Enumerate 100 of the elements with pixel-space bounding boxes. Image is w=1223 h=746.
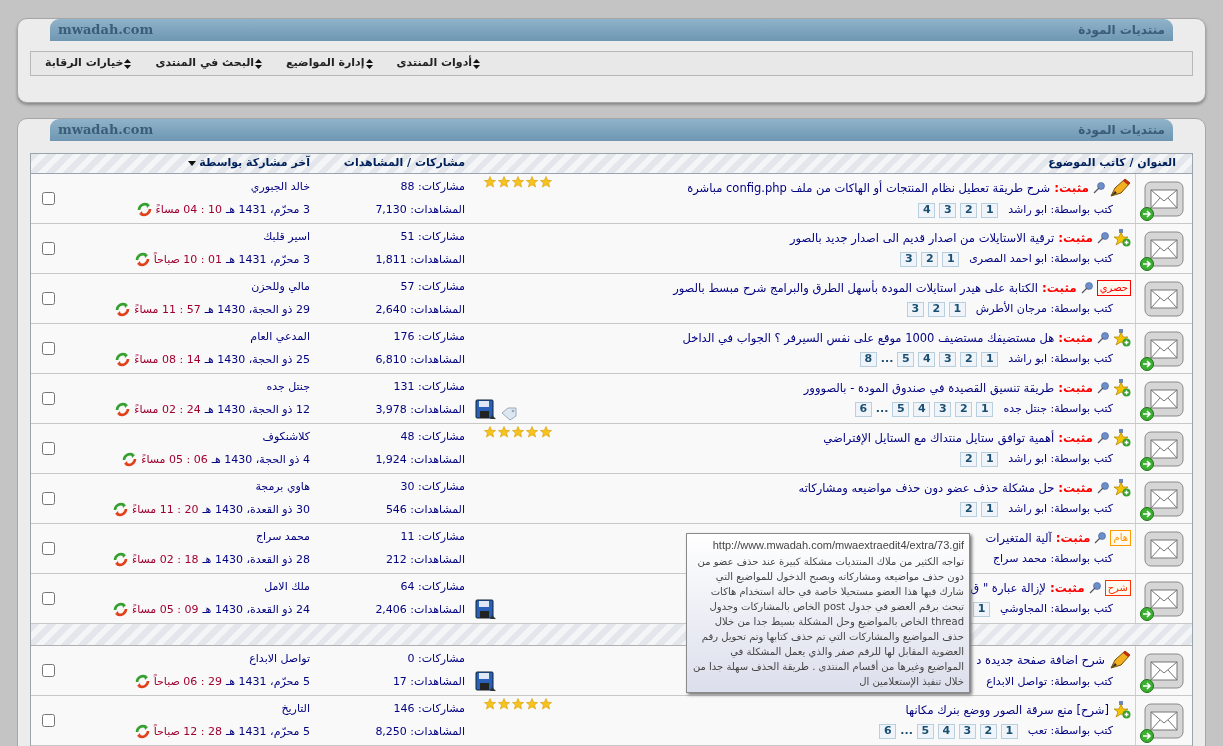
page-link[interactable]: 1 [981, 502, 999, 517]
last-poster-link[interactable]: تواصل الابداع [249, 651, 310, 668]
page-link[interactable]: 5 [916, 724, 934, 739]
pin-icon [1097, 382, 1109, 395]
page-link[interactable]: 2 [921, 252, 939, 267]
author-link[interactable]: كتب بواسطة: ابو راشد [1008, 351, 1113, 368]
author-link[interactable]: كتب بواسطة: المجاوشي [1000, 601, 1113, 618]
select-checkbox[interactable] [42, 192, 55, 205]
page-link[interactable]: 2 [927, 302, 945, 317]
select-checkbox[interactable] [42, 664, 55, 677]
author-link[interactable]: كتب بواسطة: ابو راشد [1008, 501, 1113, 518]
envelope-icon [1144, 380, 1184, 417]
page-link[interactable]: 2 [960, 352, 978, 367]
page-link[interactable]: 1 [1000, 724, 1018, 739]
page-link[interactable]: 1 [973, 602, 991, 617]
page-link[interactable]: 5 [892, 402, 910, 417]
page-link[interactable]: 2 [955, 402, 973, 417]
page-link[interactable]: 2 [979, 724, 997, 739]
page-link[interactable]: 6 [854, 402, 872, 417]
topic-link[interactable]: شرح طريقة تعطيل نظام المنتجات أو الهاكات من ملف config.php مباشرة [687, 179, 1051, 197]
menu-item[interactable]: البحث في المنتدى [155, 55, 255, 72]
page-link[interactable]: 4 [918, 352, 936, 367]
page-link[interactable]: 3 [906, 302, 924, 317]
page-link[interactable]: 2 [960, 452, 978, 467]
last-poster-link[interactable]: مالي وللحزن [251, 279, 310, 296]
page-link[interactable]: 1 [981, 352, 999, 367]
page-ellipsis: ... [880, 351, 894, 368]
topic-link[interactable]: هل مستضيفك مستضيف 1000 موقع على نفس السيرفر ؟ الجواب في الداخل [682, 329, 1055, 347]
column-header[interactable]: العنوان / كاتب الموضوع [1048, 155, 1176, 172]
last-poster-link[interactable]: ملك الامل [264, 579, 310, 596]
author-link[interactable]: كتب بواسطة: ابو احمد المصرى [969, 251, 1113, 268]
topic-link[interactable]: آلية المتغيرات [985, 529, 1052, 547]
sort-arrows-icon [255, 58, 263, 69]
author-link[interactable]: كتب بواسطة: محمد سراج [992, 551, 1113, 568]
page-link[interactable]: 8 [859, 352, 877, 367]
column-header[interactable]: آخر مشاركة بواسطة [199, 155, 310, 172]
page-link[interactable]: 1 [948, 302, 966, 317]
last-poster-link[interactable]: المدعي العام [250, 329, 310, 346]
author-link[interactable]: كتب بواسطة: مرجان الأطرش [975, 301, 1113, 318]
topic-link[interactable]: شرح اضافة صفحة جديدة د [976, 651, 1105, 669]
page-link[interactable]: 1 [976, 402, 994, 417]
page-link[interactable]: 3 [900, 252, 918, 267]
page-link[interactable]: 1 [981, 203, 999, 218]
page-link[interactable]: 2 [960, 502, 978, 517]
page-link[interactable]: 3 [934, 402, 952, 417]
select-checkbox[interactable] [42, 292, 55, 305]
last-poster-link[interactable]: اسير قلبك [263, 229, 310, 246]
author-link[interactable]: كتب بواسطة: ابو راشد [1008, 202, 1113, 219]
view-count: المشاهدات: 7,130 [374, 201, 465, 218]
topic-link[interactable]: ترقية الاستايلات من اصدار قديم الى اصدار جديد بالصور [789, 229, 1055, 247]
last-poster-link[interactable]: التاريخ [281, 701, 310, 718]
star-icon [539, 176, 552, 188]
page-link[interactable]: 5 [897, 352, 915, 367]
topic-link[interactable]: أهمية توافق ستايل منتداك مع الستايل الإفتراضي [823, 429, 1055, 447]
page-link[interactable]: 4 [913, 402, 931, 417]
page-link[interactable]: 4 [937, 724, 955, 739]
page-link[interactable]: 6 [879, 724, 897, 739]
last-poster-link[interactable]: كلاشنكوف [262, 429, 310, 446]
author-link[interactable]: كتب بواسطة: تعب [1027, 723, 1113, 740]
last-poster-link[interactable]: محمد سراج [255, 529, 310, 546]
page-link[interactable]: 1 [981, 452, 999, 467]
select-checkbox[interactable] [42, 242, 55, 255]
last-poster-link[interactable]: هاوي برمجة [255, 479, 310, 496]
column-header[interactable]: مشاركات / المشاهدات [343, 155, 465, 172]
page-link[interactable]: 3 [939, 203, 957, 218]
menu-item[interactable]: أدوات المنتدى [396, 55, 473, 72]
page-link[interactable]: 1 [942, 252, 960, 267]
refresh-arrows-icon [134, 724, 150, 740]
page-link[interactable]: 3 [939, 352, 957, 367]
author-link[interactable]: كتب بواسطة: ابو راشد [1008, 451, 1113, 468]
page-link[interactable]: 3 [958, 724, 976, 739]
topic-link[interactable]: الكتابة على هيدر استايلات المودة بأسهل الطرق والبرامج شرح مبسط بالصور [673, 279, 1039, 297]
last-poster-link[interactable]: جنتل جده [266, 379, 310, 396]
author-link[interactable]: كتب بواسطة: جنتل جده [1003, 401, 1113, 418]
post-count: مشاركات: 0 [406, 651, 465, 667]
topic-link[interactable]: [شرح] منع سرقة الصور ووضع بنرك مكانها [905, 701, 1109, 719]
menu-item[interactable]: خيارات الرقابة [45, 55, 124, 72]
last-poster-link[interactable]: خالد الجبوري [250, 179, 310, 196]
page-link[interactable]: 4 [918, 203, 936, 218]
topic-link[interactable]: طريقة تنسيق القصيدة في صندوق المودة - بالصووور [803, 379, 1055, 397]
select-checkbox[interactable] [42, 392, 55, 405]
select-checkbox[interactable] [42, 442, 55, 455]
post-date: 5 محرّم، 1431 هـ [226, 673, 310, 690]
sticky-label: مثبت: [1058, 330, 1093, 348]
menu-item[interactable]: إدارة المواضيع [286, 55, 365, 72]
post-time: 28 : 12 صباحاً [153, 723, 223, 740]
sticky-label: مثبت: [1058, 430, 1093, 448]
select-checkbox[interactable] [42, 592, 55, 605]
refresh-arrows-icon [115, 402, 131, 418]
author-link[interactable]: كتب بواسطة: تواصل الابداع [986, 674, 1113, 691]
view-count: المشاهدات: 8,250 [374, 723, 465, 740]
star-icon [497, 698, 510, 710]
select-checkbox[interactable] [42, 714, 55, 727]
topic-link[interactable]: حل مشكلة حذف عضو دون حذف مواضيعه ومشاركاته [798, 479, 1055, 497]
select-checkbox[interactable] [42, 492, 55, 505]
select-checkbox[interactable] [42, 542, 55, 555]
select-checkbox[interactable] [42, 342, 55, 355]
topic-link[interactable]: لإزالة عبارة " ق [970, 579, 1046, 597]
envelope-icon [1144, 330, 1184, 367]
page-link[interactable]: 2 [960, 203, 978, 218]
